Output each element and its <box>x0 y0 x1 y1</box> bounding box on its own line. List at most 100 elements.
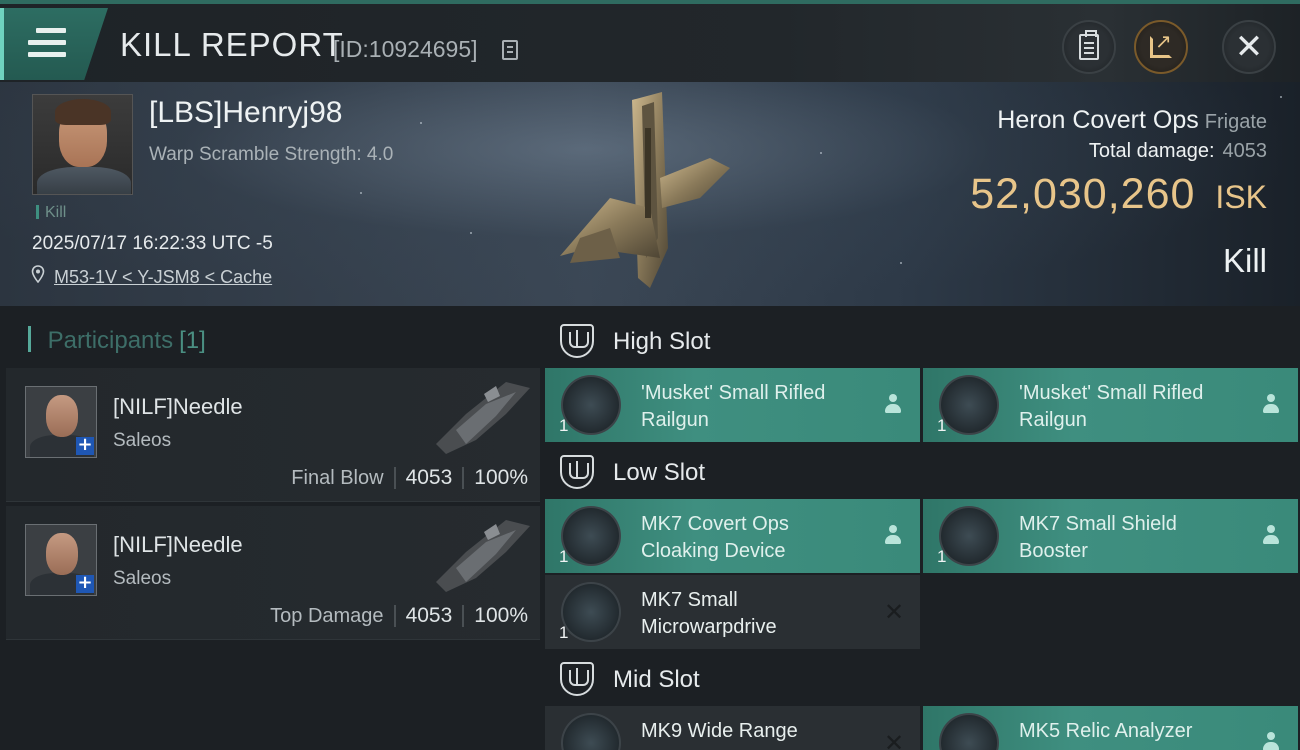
participants-header: Participants [1] <box>28 326 206 355</box>
victim-name[interactable]: [LBS]Henryj98 <box>149 96 342 130</box>
fitting-panel: High Slot 1 'Musket' Small Rifled Railgu… <box>542 306 1300 750</box>
person-icon <box>1262 732 1282 750</box>
divider <box>462 467 465 489</box>
total-damage-label: Total damage: <box>1088 140 1215 162</box>
module-name: MK7 Small Microwarpdrive <box>641 589 777 638</box>
participant-stats: Final Blow 4053 100% <box>291 466 528 490</box>
module-item[interactable]: 1 MK5 Relic Analyzer <box>923 706 1298 750</box>
low-slot-icon <box>560 455 594 489</box>
kill-result: Kill <box>1222 242 1267 279</box>
high-slot-header: High Slot <box>542 310 1300 370</box>
low-slot-header: Low Slot <box>542 441 1300 501</box>
railgun-icon <box>939 375 999 435</box>
module-name: MK7 Small Shield Booster <box>1019 513 1177 562</box>
x-icon: ✕ <box>884 729 905 750</box>
module-item[interactable]: 1 MK9 Wide Range ✕ <box>545 706 920 750</box>
kill-tag: Kill <box>36 204 66 222</box>
module-name: MK5 Relic Analyzer <box>1019 720 1193 742</box>
low-slot-title: Low Slot <box>613 459 706 486</box>
ship-type-name[interactable]: Heron Covert Ops <box>997 106 1198 134</box>
module-qty: 1 <box>937 547 947 566</box>
module-item[interactable]: 1 MK7 Small Microwarpdrive ✕ <box>545 575 920 649</box>
participant-stats: Top Damage 4053 100% <box>270 604 528 628</box>
clipboard-icon <box>1079 30 1099 60</box>
module-name: 'Musket' Small Rifled Railgun <box>641 382 826 431</box>
participant-role: Top Damage <box>270 604 384 627</box>
isk-unit: ISK <box>1215 179 1267 215</box>
add-contact-icon[interactable]: + <box>76 574 94 593</box>
participant-avatar[interactable]: + <box>25 386 97 458</box>
star <box>900 262 902 264</box>
clipboard-button[interactable] <box>1062 20 1116 74</box>
star <box>470 232 472 234</box>
module-item[interactable]: 1 'Musket' Small Rifled Railgun <box>545 368 920 442</box>
module-name: 'Musket' Small Rifled Railgun <box>1019 382 1204 431</box>
participant-ship: Saleos <box>113 430 172 451</box>
star <box>1280 96 1282 98</box>
warp-scramble-strength: Warp Scramble Strength: 4.0 <box>149 144 394 165</box>
total-damage-value: 4053 <box>1222 140 1268 162</box>
participant-percent: 100% <box>474 604 528 627</box>
high-slot-title: High Slot <box>613 328 711 355</box>
divider <box>393 605 396 627</box>
isk-amount: 52,030,260 <box>970 170 1196 218</box>
close-button[interactable]: ✕ <box>1222 20 1276 74</box>
report-id: [ID:10924695] <box>333 36 478 62</box>
isk-value: 52,030,260 ISK <box>970 170 1267 219</box>
module-name: MK7 Covert Ops Cloaking Device <box>641 513 789 562</box>
copy-icon[interactable] <box>502 40 518 60</box>
person-icon <box>1262 525 1282 547</box>
victim-panel: [LBS]Henryj98 Warp Scramble Strength: 4.… <box>0 82 1300 306</box>
add-contact-icon[interactable]: + <box>76 436 94 455</box>
participant-row[interactable]: + [NILF]Needle Saleos Final Blow 4053 10… <box>6 368 540 502</box>
star <box>820 152 822 154</box>
person-icon <box>1262 394 1282 416</box>
module-qty: 1 <box>559 547 569 566</box>
mid-slot-icon <box>560 662 594 696</box>
location-link[interactable]: M53-1V < Y-JSM8 < Cache <box>54 267 272 288</box>
star <box>360 192 362 194</box>
participant-ship-render <box>436 520 530 592</box>
module-qty: 1 <box>559 416 569 435</box>
participant-role: Final Blow <box>291 466 384 489</box>
participant-damage: 4053 <box>405 604 453 627</box>
hamburger-icon <box>28 28 66 58</box>
victim-avatar[interactable] <box>32 94 133 195</box>
cloaking-device-icon <box>561 506 621 566</box>
relic-analyzer-icon <box>939 713 999 750</box>
participant-row[interactable]: + [NILF]Needle Saleos Top Damage 4053 10… <box>6 506 540 640</box>
close-icon: ✕ <box>1234 27 1264 67</box>
participant-percent: 100% <box>474 466 528 489</box>
divider <box>393 467 396 489</box>
module-item[interactable]: 1 MK7 Small Shield Booster <box>923 499 1298 573</box>
participant-ship-render <box>436 382 530 454</box>
mid-slot-title: Mid Slot <box>613 666 700 693</box>
total-damage: Total damage: 4053 <box>1089 140 1267 163</box>
microwarpdrive-icon <box>561 582 621 642</box>
menu-button[interactable] <box>0 8 108 80</box>
share-button[interactable] <box>1134 20 1188 74</box>
module-item[interactable]: 1 'Musket' Small Rifled Railgun <box>923 368 1298 442</box>
participants-panel: Participants [1] + [NILF]Needle Saleos Fi… <box>0 306 542 750</box>
ship-render <box>560 92 730 288</box>
page-title: KILL REPORT <box>120 26 344 63</box>
high-slot-icon <box>560 324 594 358</box>
scrambler-icon <box>561 713 621 750</box>
participant-name[interactable]: [NILF]Needle <box>113 394 243 420</box>
participants-label: Participants <box>47 327 174 354</box>
module-item[interactable]: 1 MK7 Covert Ops Cloaking Device <box>545 499 920 573</box>
person-icon <box>884 394 904 416</box>
person-icon <box>884 525 904 547</box>
ship-name: Heron Covert Ops Frigate <box>997 106 1267 135</box>
module-qty: 1 <box>937 416 947 435</box>
share-icon <box>1150 29 1172 58</box>
participant-name[interactable]: [NILF]Needle <box>113 532 243 558</box>
divider <box>462 605 465 627</box>
participant-damage: 4053 <box>405 466 453 489</box>
x-icon: ✕ <box>884 598 905 626</box>
participant-avatar[interactable]: + <box>25 524 97 596</box>
kill-datetime: 2025/07/17 16:22:33 UTC -5 <box>32 233 273 254</box>
map-pin-icon <box>31 265 45 283</box>
ship-class: Frigate <box>1204 111 1267 133</box>
header-bar: KILL REPORT [ID:10924695] ✕ <box>0 0 1300 82</box>
